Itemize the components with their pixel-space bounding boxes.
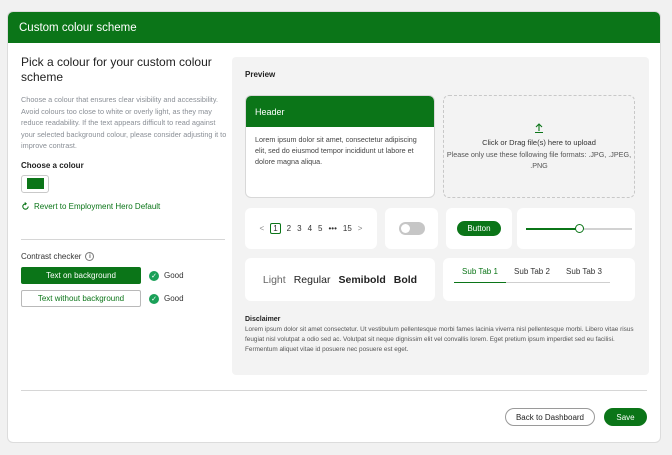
colour-picker-section: Pick a colour for your custom colour sch… [21,55,227,211]
revert-default-link[interactable]: Revert to Employment Hero Default [21,202,227,211]
dialog-header: Custom colour scheme [8,12,660,43]
revert-label: Revert to Employment Hero Default [34,201,161,211]
section-description: Choose a colour that ensures clear visib… [21,95,227,151]
page-button[interactable]: 2 [287,224,291,233]
check-circle-icon: ✓ [149,293,159,304]
header-preview-card: Header Lorem ipsum dolor sit amet, conse… [245,95,435,198]
page-button[interactable]: 15 [343,224,352,233]
preview-header-bar: Header [246,96,434,127]
page-button[interactable]: 5 [318,224,322,233]
choose-colour-label: Choose a colour [21,160,84,170]
contrast-status-text: Good [164,294,184,303]
slider-preview-card [517,208,635,249]
custom-colour-dialog: Custom colour scheme Pick a colour for y… [7,11,661,443]
footer-divider [21,390,647,391]
slider-handle[interactable] [574,224,584,233]
upload-instruction: Click or Drag file(s) here to upload [482,138,596,147]
disclaimer: Disclaimer Lorem ipsum dolor sit amet co… [245,316,637,355]
disclaimer-title: Disclaimer [245,316,281,323]
button-preview-card: Button [446,208,512,249]
sub-tab-3[interactable]: Sub Tab 3 [558,267,610,283]
weight-light: Light [262,273,286,286]
text-on-background-sample: Text on background [21,267,141,284]
toggle-preview-card [385,208,438,249]
colour-swatch-button[interactable] [21,174,49,193]
contrast-status: ✓ Good [149,293,184,304]
colour-swatch [26,178,44,190]
sub-tabs: Sub Tab 1 Sub Tab 2 Sub Tab 3 [454,267,610,283]
upload-icon [535,123,543,134]
contrast-status: ✓ Good [149,270,184,281]
contrast-title: Contrast checker i [21,252,231,261]
font-weight-preview: Light Regular Semibold Bold [245,258,435,301]
page-button[interactable]: 1 [270,223,281,234]
save-button[interactable]: Save [604,408,647,426]
weight-bold: Bold [393,273,418,286]
slider-fill [526,228,579,230]
contrast-title-text: Contrast checker [21,252,82,261]
weight-regular: Regular [293,273,331,286]
contrast-row: Text on background ✓ Good [21,267,231,284]
prev-page-icon[interactable]: < [260,224,265,233]
upload-formats: Please only use these following file for… [446,150,632,170]
section-divider [21,239,225,240]
info-icon[interactable]: i [85,252,95,261]
preview-panel: Preview Header Lorem ipsum dolor sit ame… [232,57,649,375]
contrast-row: Text without background ✓ Good [21,290,231,307]
contrast-status-text: Good [164,271,184,280]
text-without-background-sample: Text without background [21,290,141,307]
page-button[interactable]: 4 [308,224,312,233]
section-heading: Pick a colour for your custom colour sch… [21,55,212,84]
dialog-title: Custom colour scheme [19,21,137,34]
page-button[interactable]: 3 [297,224,301,233]
sub-tab-1[interactable]: Sub Tab 1 [454,267,506,283]
disclaimer-text: Lorem ipsum dolor sit amet consectetur. … [245,326,634,353]
preview-body-text: Lorem ipsum dolor sit amet, consectetur … [255,135,417,166]
check-circle-icon: ✓ [149,270,159,281]
refresh-icon [22,202,29,210]
page-ellipsis: ••• [328,224,337,233]
upload-dropzone[interactable]: Click or Drag file(s) here to upload Ple… [443,95,635,198]
pagination: < 1 2 3 4 5 ••• 15 > [245,208,377,249]
preview-title: Preview [245,70,276,79]
next-page-icon[interactable]: > [358,224,363,233]
preview-button[interactable]: Button [457,221,501,236]
preview-toggle[interactable] [398,222,425,235]
back-to-dashboard-button[interactable]: Back to Dashboard [505,408,595,426]
weight-semibold: Semibold [338,273,386,286]
sub-tab-2[interactable]: Sub Tab 2 [506,267,558,283]
contrast-checker: Contrast checker i Text on background ✓ … [21,252,231,307]
tabs-preview-card: Sub Tab 1 Sub Tab 2 Sub Tab 3 [443,258,635,301]
